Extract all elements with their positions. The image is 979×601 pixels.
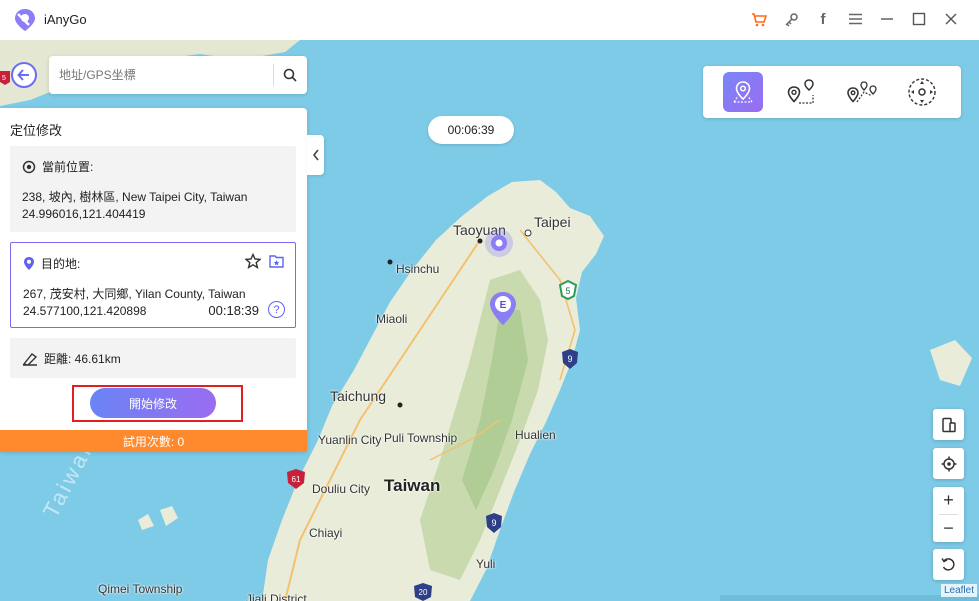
map-label-yuli: Yuli [476, 557, 496, 571]
map-label-puli: Puli Township [384, 431, 458, 445]
map-label-douliu: Douliu City [312, 482, 371, 496]
minimize-icon[interactable] [871, 8, 903, 30]
teleport-mode-button[interactable] [723, 72, 763, 112]
pin-icon [24, 257, 34, 270]
target-icon [22, 160, 36, 173]
current-location-card: 當前位置: 238, 坡內, 樹林區, New Taipei City, Tai… [10, 146, 296, 232]
multi-spot-route-icon [847, 81, 877, 103]
current-coords: 24.996016,121.404419 [22, 207, 146, 221]
cooldown-timer: 00:06:39 [428, 116, 514, 144]
map-label-jiali: Jiali District [246, 592, 307, 601]
undo-icon [941, 558, 955, 571]
trial-count-bar: 試用次數: 0 [0, 430, 307, 452]
svg-text:9: 9 [491, 518, 496, 528]
map-label-taiwan: Taiwan [384, 476, 441, 495]
current-location-label: 當前位置: [42, 160, 94, 174]
device-switch-button[interactable] [933, 409, 964, 440]
city-dot-hsinchu [387, 259, 393, 265]
city-dot-taichung [397, 402, 403, 408]
close-icon[interactable] [935, 8, 967, 30]
svg-text:5: 5 [565, 286, 570, 296]
cart-icon[interactable] [743, 8, 775, 30]
highway-shield-9b: 9 [486, 513, 502, 533]
teleport-pin-icon [733, 81, 753, 103]
destination-coords: 24.577100,121.420898 [23, 304, 147, 318]
current-address: 238, 坡內, 樹林區, New Taipei City, Taiwan [22, 190, 248, 204]
current-location-header: 當前位置: [22, 158, 93, 175]
city-dot-taoyuan [477, 238, 483, 244]
key-icon[interactable] [775, 8, 807, 30]
svg-text:20: 20 [419, 588, 428, 597]
highway-shield-9a: 9 [562, 349, 578, 369]
distance-card: 距離: 46.61km [10, 338, 296, 378]
app-logo-icon [15, 9, 35, 31]
map-label-taipei: Taipei [534, 214, 571, 230]
back-button[interactable] [11, 62, 37, 88]
two-spot-route-icon [787, 79, 814, 104]
joystick-mode-button[interactable] [902, 72, 942, 112]
search-button[interactable] [279, 65, 301, 85]
search-box [49, 56, 307, 94]
map-label-yuanlin: Yuanlin City [318, 433, 382, 447]
reset-button[interactable] [933, 549, 964, 580]
highway-shield-5: 5 [558, 280, 578, 300]
destination-card: 目的地: 267, 茂安村, 大同鄉, Yilan County, Taiwan… [10, 242, 296, 328]
destination-marker[interactable]: E [488, 290, 518, 328]
map-label-taichung: Taichung [330, 388, 387, 404]
menu-icon[interactable] [839, 8, 871, 30]
destination-address: 267, 茂安村, 大同鄉, Yilan County, Taiwan [23, 287, 246, 301]
mode-toolbar [703, 66, 961, 118]
search-icon [283, 68, 297, 82]
map-label-chiayi: Chiayi [309, 526, 343, 540]
title-bar: iAnyGo f [0, 0, 979, 40]
device-icon [941, 417, 956, 432]
folder-icon[interactable] [269, 254, 284, 268]
search-divider [273, 64, 274, 86]
highway-shield-61: 61 [287, 469, 305, 489]
zoom-out-button[interactable]: − [933, 515, 964, 542]
svg-text:5: 5 [2, 75, 6, 82]
map-label-miaoli: Miaoli [376, 312, 408, 326]
map-label-hsinchu: Hsinchu [396, 262, 440, 276]
city-dot-taipei [524, 229, 532, 237]
svg-text:61: 61 [292, 475, 301, 484]
distance-label: 距離: 46.61km [44, 352, 121, 366]
zoom-in-button[interactable]: + [933, 487, 964, 514]
locate-me-button[interactable] [933, 448, 964, 479]
map-label-hualien: Hualien [515, 428, 556, 442]
help-icon[interactable]: ? [268, 301, 285, 318]
destination-time: 00:18:39 [208, 303, 259, 318]
collapse-panel-button[interactable] [307, 135, 324, 175]
panel-title: 定位修改 [10, 123, 63, 138]
window-controls: f [743, 8, 967, 30]
location-panel: 定位修改 當前位置: 238, 坡內, 樹林區, New Taipei City… [0, 108, 307, 452]
two-spot-mode-button[interactable] [782, 72, 822, 112]
app-title: iAnyGo [44, 12, 87, 27]
zoom-control: + − [933, 487, 964, 542]
star-icon[interactable] [245, 253, 261, 269]
facebook-icon[interactable]: f [807, 8, 839, 30]
search-input[interactable] [59, 65, 259, 85]
maximize-icon[interactable] [903, 8, 935, 30]
destination-label: 目的地: [41, 257, 81, 271]
svg-text:E: E [500, 300, 507, 311]
arrow-left-icon [17, 69, 29, 81]
current-location-marker [485, 229, 513, 257]
joystick-icon [908, 78, 936, 106]
highway-shield-20: 20 [414, 583, 432, 601]
chevron-left-icon [312, 149, 319, 161]
crosshair-icon [941, 456, 956, 471]
multi-spot-mode-button[interactable] [842, 72, 882, 112]
ruler-icon [22, 352, 38, 366]
start-modify-button[interactable]: 開始修改 [90, 388, 216, 418]
leaflet-attribution[interactable]: Leaflet [940, 584, 977, 597]
destination-header: 目的地: [23, 255, 80, 272]
map-label-qimei: Qimei Township [98, 582, 183, 596]
distance-row: 距離: 46.61km [22, 350, 121, 367]
svg-text:9: 9 [567, 354, 572, 364]
